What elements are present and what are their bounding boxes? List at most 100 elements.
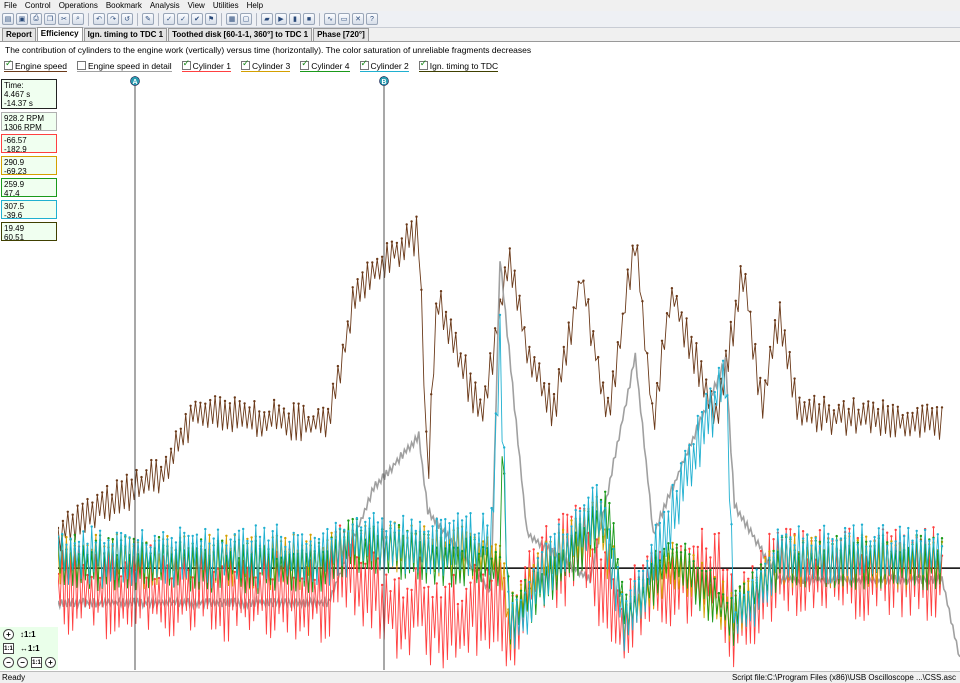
data-point bbox=[726, 596, 729, 599]
data-point bbox=[926, 403, 929, 406]
data-point bbox=[456, 512, 460, 515]
data-point bbox=[216, 528, 220, 531]
legend-label: Cylinder 2 bbox=[370, 60, 409, 71]
find-icon[interactable]: ⌕ bbox=[72, 13, 84, 25]
data-point bbox=[162, 531, 165, 534]
efficiency-chart[interactable]: AB bbox=[58, 76, 960, 670]
data-point bbox=[684, 449, 687, 453]
stop-icon[interactable]: ■ bbox=[303, 13, 315, 25]
data-point bbox=[705, 547, 708, 550]
data-point bbox=[233, 570, 236, 574]
window-icon[interactable]: ▭ bbox=[338, 13, 350, 25]
reset-zoom-icon[interactable]: 1:1 bbox=[31, 657, 42, 668]
data-point bbox=[793, 377, 796, 380]
redo-icon[interactable]: ↷ bbox=[107, 13, 119, 25]
legend-item-3[interactable]: Cylinder 3 bbox=[240, 58, 291, 72]
close-icon[interactable]: ✕ bbox=[352, 13, 364, 25]
legend-checkbox[interactable] bbox=[77, 61, 86, 70]
legend-item-1[interactable]: Engine speed in detail bbox=[77, 61, 172, 72]
data-point bbox=[533, 356, 536, 359]
undo-icon[interactable]: ↶ bbox=[93, 13, 105, 25]
folder-icon[interactable]: ▰ bbox=[261, 13, 273, 25]
data-point bbox=[174, 430, 178, 433]
zoom-in-horizontal-icon[interactable]: + bbox=[45, 657, 56, 668]
data-point bbox=[101, 491, 104, 494]
menu-file[interactable]: File bbox=[0, 0, 21, 11]
tab-1[interactable]: Efficiency bbox=[36, 27, 83, 41]
oscilloscope-icon[interactable]: ∿ bbox=[324, 13, 336, 25]
data-point bbox=[705, 570, 708, 573]
legend-label: Cylinder 4 bbox=[311, 60, 350, 71]
data-point bbox=[418, 520, 422, 524]
data-point bbox=[507, 590, 510, 593]
data-point bbox=[380, 583, 384, 587]
data-point bbox=[141, 529, 144, 532]
data-point bbox=[243, 402, 246, 405]
data-point bbox=[734, 299, 737, 302]
legend-checkbox[interactable] bbox=[359, 58, 369, 70]
legend-checkbox[interactable] bbox=[418, 58, 428, 70]
tab-4[interactable]: Phase [720°] bbox=[313, 28, 369, 41]
series-line-cylinder-4 bbox=[58, 456, 943, 646]
data-point bbox=[835, 534, 838, 538]
data-point bbox=[650, 543, 653, 547]
data-point bbox=[130, 478, 133, 481]
legend-checkbox[interactable] bbox=[181, 58, 191, 70]
data-point bbox=[452, 519, 455, 522]
flag-icon[interactable]: ⚑ bbox=[205, 13, 217, 25]
tick-icon[interactable]: ✔ bbox=[191, 13, 203, 25]
menu-analysis[interactable]: Analysis bbox=[146, 0, 184, 11]
save-icon[interactable]: ▣ bbox=[16, 13, 28, 25]
check-all-icon[interactable]: ✓ bbox=[177, 13, 189, 25]
play-icon[interactable]: ▶ bbox=[275, 13, 287, 25]
data-point bbox=[780, 534, 784, 537]
data-point bbox=[814, 536, 817, 540]
help-icon[interactable]: ? bbox=[366, 13, 378, 25]
data-point bbox=[157, 535, 161, 539]
menu-operations[interactable]: Operations bbox=[55, 0, 102, 11]
menu-utilities[interactable]: Utilities bbox=[209, 0, 243, 11]
fit-horizontal-icon[interactable]: 1:1 bbox=[3, 643, 14, 654]
legend-item-4[interactable]: Cylinder 4 bbox=[300, 58, 350, 72]
print-icon[interactable]: ⎙ bbox=[30, 13, 42, 25]
copy-icon[interactable]: ❐ bbox=[44, 13, 56, 25]
legend-checkbox[interactable] bbox=[300, 58, 310, 70]
grid-icon[interactable]: ▦ bbox=[226, 13, 238, 25]
data-point bbox=[376, 257, 379, 261]
data-point bbox=[361, 271, 364, 274]
data-point bbox=[481, 540, 485, 543]
status-text: Ready bbox=[2, 673, 26, 682]
menu-help[interactable]: Help bbox=[243, 0, 267, 11]
back-icon[interactable]: ↺ bbox=[121, 13, 133, 25]
data-point bbox=[389, 520, 392, 523]
tab-2[interactable]: Ign. timing to TDC 1 bbox=[83, 28, 168, 41]
legend-checkbox[interactable] bbox=[240, 58, 250, 70]
data-point bbox=[696, 414, 699, 418]
legend-item-6[interactable]: Ign. timing to TDC bbox=[418, 58, 499, 72]
legend-item-5[interactable]: Cylinder 2 bbox=[359, 58, 409, 72]
open-icon[interactable]: ▤ bbox=[2, 13, 14, 25]
data-point bbox=[135, 468, 138, 472]
tab-0[interactable]: Report bbox=[2, 28, 36, 41]
data-point bbox=[726, 601, 729, 605]
data-point bbox=[145, 576, 148, 579]
legend-checkbox[interactable] bbox=[4, 58, 13, 70]
zoom-in-vertical-icon[interactable]: + bbox=[3, 629, 14, 640]
comment-icon[interactable]: ✎ bbox=[142, 13, 154, 25]
data-point bbox=[744, 272, 747, 276]
menu-bookmark[interactable]: Bookmark bbox=[102, 0, 146, 11]
legend-item-0[interactable]: Engine speed bbox=[4, 58, 67, 72]
cut-icon[interactable]: ✂ bbox=[58, 13, 70, 25]
data-point bbox=[872, 401, 875, 404]
frame-icon[interactable]: ▢ bbox=[240, 13, 252, 25]
data-point bbox=[189, 404, 192, 407]
data-point bbox=[297, 402, 300, 405]
step-icon[interactable]: ▮ bbox=[289, 13, 301, 25]
legend-item-2[interactable]: Cylinder 1 bbox=[181, 58, 231, 72]
zoom-out-horizontal-icon[interactable]: − bbox=[17, 657, 28, 668]
check-icon[interactable]: ✓ bbox=[163, 13, 175, 25]
zoom-out-icon[interactable]: − bbox=[3, 657, 14, 668]
menu-view[interactable]: View bbox=[184, 0, 209, 11]
menu-control[interactable]: Control bbox=[21, 0, 55, 11]
tab-3[interactable]: Toothed disk [60-1-1, 360°] to TDC 1 bbox=[168, 28, 313, 41]
